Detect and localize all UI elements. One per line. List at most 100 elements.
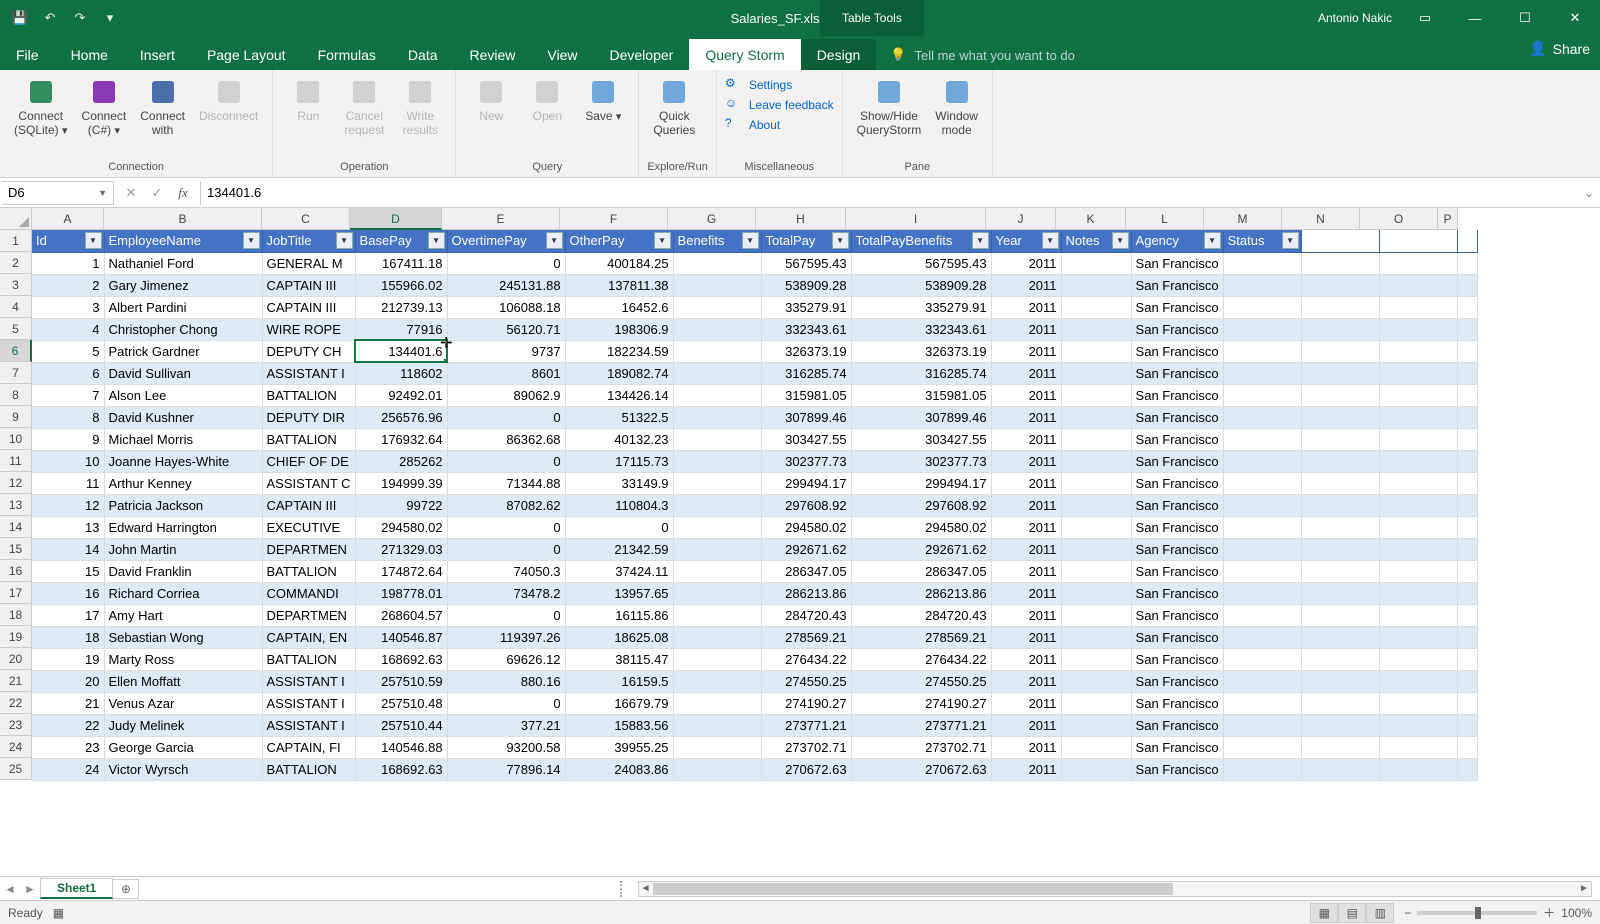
cell[interactable]: 22 [32, 714, 104, 736]
cell[interactable]: 17115.73 [565, 450, 673, 472]
cell[interactable]: 13 [32, 516, 104, 538]
cell[interactable] [1223, 714, 1301, 736]
cell[interactable]: Joanne Hayes-White [104, 450, 262, 472]
cell[interactable]: 315981.05 [851, 384, 991, 406]
cell[interactable]: 40132.23 [565, 428, 673, 450]
row-header[interactable]: 22 [0, 692, 32, 714]
cell[interactable]: 377.21 [447, 714, 565, 736]
cell[interactable]: 21 [32, 692, 104, 714]
cell[interactable] [673, 362, 761, 384]
cell[interactable]: 15883.56 [565, 714, 673, 736]
cell[interactable]: San Francisco [1131, 318, 1223, 340]
cell[interactable] [673, 692, 761, 714]
cell[interactable] [1223, 538, 1301, 560]
cell[interactable] [1379, 604, 1457, 626]
cell[interactable]: David Sullivan [104, 362, 262, 384]
cell[interactable]: 86362.68 [447, 428, 565, 450]
cell[interactable]: ASSISTANT I [262, 670, 355, 692]
cell[interactable]: 276434.22 [851, 648, 991, 670]
tab-review[interactable]: Review [454, 39, 532, 70]
cell[interactable]: 273771.21 [851, 714, 991, 736]
cell[interactable] [1457, 494, 1477, 516]
cell[interactable]: San Francisco [1131, 648, 1223, 670]
cell[interactable]: 880.16 [447, 670, 565, 692]
cell[interactable]: ASSISTANT I [262, 692, 355, 714]
cell[interactable]: 5 [32, 340, 104, 362]
cell[interactable]: 2011 [991, 670, 1061, 692]
cell[interactable]: Arthur Kenney [104, 472, 262, 494]
cell[interactable]: San Francisco [1131, 428, 1223, 450]
settings-link[interactable]: ⚙Settings [725, 76, 834, 94]
cell[interactable]: 2011 [991, 384, 1061, 406]
cell[interactable] [1379, 538, 1457, 560]
cell[interactable] [673, 670, 761, 692]
col-header-O[interactable]: O [1360, 208, 1438, 230]
cell[interactable]: San Francisco [1131, 450, 1223, 472]
filter-icon[interactable]: ▼ [85, 232, 102, 249]
cell[interactable] [1223, 736, 1301, 758]
cell[interactable]: 303427.55 [761, 428, 851, 450]
cell[interactable] [1301, 516, 1379, 538]
zoom-slider[interactable] [1417, 911, 1537, 915]
cell[interactable]: 39955.25 [565, 736, 673, 758]
cell[interactable] [1223, 560, 1301, 582]
scroll-left-icon[interactable]: ◄ [639, 882, 653, 896]
cell[interactable]: 0 [447, 538, 565, 560]
cell[interactable]: 292671.62 [761, 538, 851, 560]
cell[interactable] [1379, 362, 1457, 384]
cell[interactable] [1379, 252, 1457, 274]
filter-icon[interactable]: ▼ [1282, 232, 1299, 249]
cell[interactable] [1301, 494, 1379, 516]
cell[interactable]: WIRE ROPE [262, 318, 355, 340]
cell[interactable]: 302377.73 [761, 450, 851, 472]
cell[interactable] [1379, 428, 1457, 450]
cell[interactable]: 2011 [991, 714, 1061, 736]
cell[interactable]: 69626.12 [447, 648, 565, 670]
share-button[interactable]: 👤 Share [1529, 40, 1590, 57]
cell[interactable]: 118602 [355, 362, 447, 384]
cell[interactable]: 278569.21 [761, 626, 851, 648]
cell[interactable] [1301, 252, 1379, 274]
cell[interactable] [1223, 692, 1301, 714]
cell[interactable]: DEPUTY DIR [262, 406, 355, 428]
cell[interactable] [1223, 626, 1301, 648]
col-header-G[interactable]: G [668, 208, 756, 230]
cell[interactable]: 257510.44 [355, 714, 447, 736]
cell[interactable]: 24 [32, 758, 104, 780]
cell[interactable] [1061, 670, 1131, 692]
cell[interactable]: 4 [32, 318, 104, 340]
row-header[interactable]: 10 [0, 428, 32, 450]
cell[interactable]: 71344.88 [447, 472, 565, 494]
cell[interactable] [1457, 362, 1477, 384]
cell[interactable]: 2011 [991, 274, 1061, 296]
cell[interactable]: 284720.43 [851, 604, 991, 626]
cell[interactable]: 1 [32, 252, 104, 274]
name-box[interactable]: D6▼ [2, 181, 114, 205]
zoom-out-icon[interactable]: − [1404, 906, 1411, 920]
cell[interactable]: 17 [32, 604, 104, 626]
cell[interactable]: Victor Wyrsch [104, 758, 262, 780]
cell[interactable] [1061, 296, 1131, 318]
cell[interactable]: 302377.73 [851, 450, 991, 472]
table-header-overtimepay[interactable]: OvertimePay▼ [447, 230, 565, 252]
cell[interactable]: 0 [447, 516, 565, 538]
cell[interactable]: San Francisco [1131, 538, 1223, 560]
cell[interactable]: COMMANDI [262, 582, 355, 604]
cell[interactable] [1301, 560, 1379, 582]
cell[interactable]: 77896.14 [447, 758, 565, 780]
cell[interactable] [1457, 714, 1477, 736]
row-header[interactable]: 21 [0, 670, 32, 692]
cell[interactable] [673, 582, 761, 604]
expand-formula-icon[interactable]: ⌄ [1578, 185, 1600, 201]
cell[interactable]: DEPARTMEN [262, 604, 355, 626]
cell[interactable]: 307899.46 [851, 406, 991, 428]
col-header-L[interactable]: L [1126, 208, 1204, 230]
cell[interactable] [673, 428, 761, 450]
row-header[interactable]: 3 [0, 274, 32, 296]
cell[interactable]: San Francisco [1131, 604, 1223, 626]
cell[interactable]: 326373.19 [761, 340, 851, 362]
row-header[interactable]: 6 [0, 340, 32, 362]
cell[interactable]: 335279.91 [761, 296, 851, 318]
cell[interactable]: 134401.6 [355, 340, 447, 362]
col-header-N[interactable]: N [1282, 208, 1360, 230]
